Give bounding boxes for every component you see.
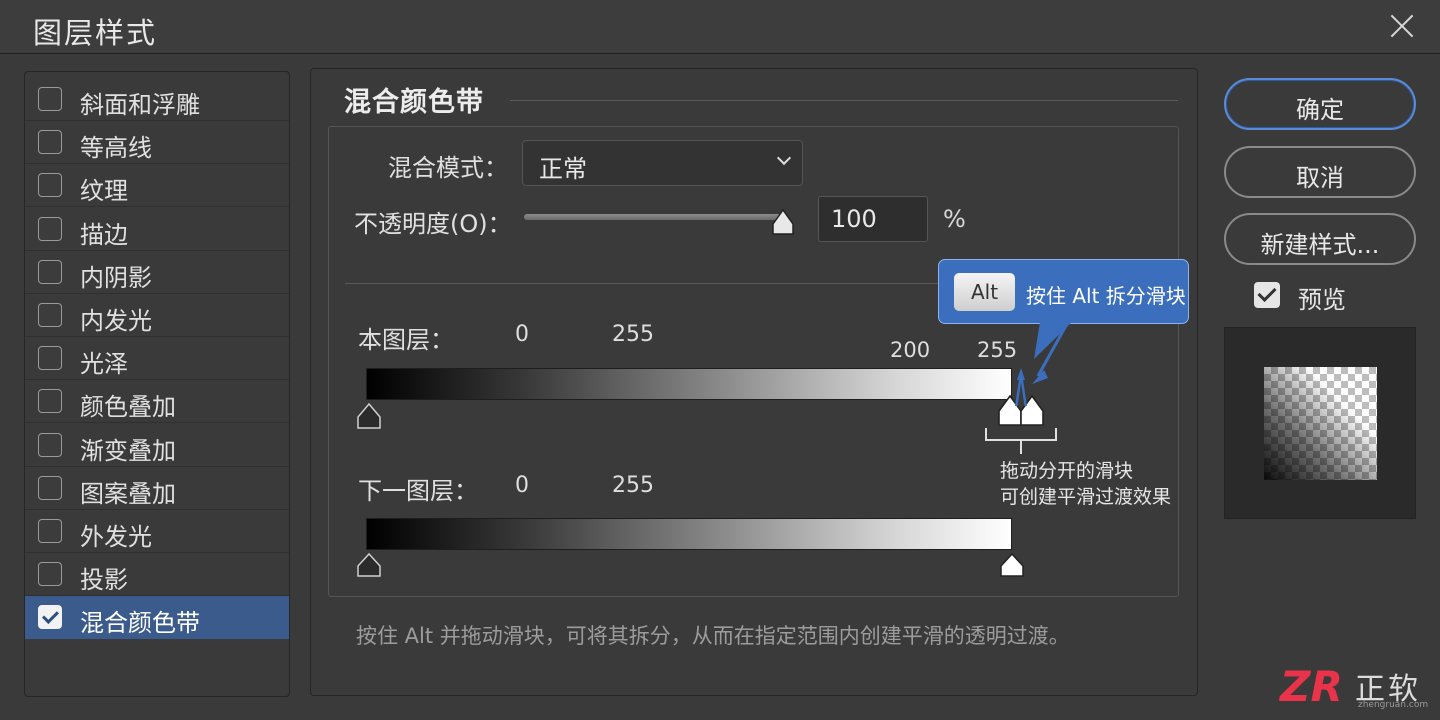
blend-mode-value: 正常 (539, 155, 587, 183)
sidebar-item-checkbox[interactable] (38, 130, 62, 155)
sidebar-item-label: 内阴影 (80, 263, 152, 292)
sidebar-item-checkbox[interactable] (38, 432, 62, 457)
dialog-title: 图层样式 (33, 16, 158, 50)
sidebar-item[interactable]: 渐变叠加 (25, 424, 289, 467)
sidebar-item-checkbox[interactable] (38, 173, 62, 198)
sidebar-item-label: 图案叠加 (80, 479, 176, 508)
sidebar-item-checkbox[interactable] (38, 475, 62, 500)
sidebar-item-checkbox[interactable] (38, 519, 62, 543)
sidebar-item[interactable]: 内阴影 (25, 251, 289, 294)
sidebar-item-label: 投影 (80, 566, 128, 595)
sidebar-item[interactable]: 图案叠加 (25, 467, 289, 510)
new-style-button-label: 新建样式... (1260, 231, 1380, 259)
sidebar-item[interactable]: 外发光 (25, 510, 289, 553)
underlying-layer-min-value: 0 (515, 473, 529, 498)
ok-button-label: 确定 (1296, 96, 1344, 124)
section-title: 混合颜色带 (344, 87, 484, 118)
sidebar-item[interactable]: 描边 (25, 208, 289, 251)
preview-swatch (1264, 367, 1377, 480)
sidebar-item[interactable]: 纹理 (25, 164, 289, 208)
opacity-label: 不透明度(O)： (354, 210, 512, 238)
sidebar-item-label: 光泽 (80, 350, 128, 379)
watermark-url: zhengruan.com (1358, 700, 1429, 710)
cancel-button[interactable]: 取消 (1224, 146, 1416, 198)
sidebar-item-checkbox[interactable] (38, 87, 62, 111)
opacity-unit: % (943, 205, 966, 233)
this-layer-black-slider[interactable] (356, 402, 382, 430)
tooltip-pointer (1034, 322, 1072, 359)
alt-key-icon: Alt (954, 273, 1015, 311)
alt-key-label: Alt (971, 280, 999, 304)
blend-mode-select[interactable]: 正常 (522, 140, 803, 186)
split-bracket (985, 428, 1057, 454)
sidebar-item-label: 渐变叠加 (80, 436, 176, 465)
preview-checkbox[interactable] (1254, 282, 1280, 308)
cancel-button-label: 取消 (1296, 164, 1344, 192)
opacity-input[interactable]: 100 (818, 196, 928, 242)
sidebar-item-checkbox[interactable] (38, 389, 62, 414)
this-layer-min-value: 0 (515, 322, 529, 347)
sidebar-item-label: 纹理 (80, 177, 128, 206)
this-layer-max-value: 255 (612, 322, 654, 347)
sidebar-item[interactable]: 光泽 (25, 337, 289, 381)
sidebar-item-checkbox[interactable] (38, 303, 62, 327)
sidebar-item-label: 斜面和浮雕 (80, 91, 200, 119)
sidebar-item-label: 内发光 (80, 307, 152, 335)
split-low-value: 200 (890, 338, 931, 362)
chevron-down-icon (776, 150, 792, 166)
sidebar-item[interactable]: 等高线 (25, 121, 289, 165)
opacity-slider-thumb[interactable] (771, 208, 795, 236)
sidebar-item-label: 混合颜色带 (80, 609, 200, 638)
underlying-layer-max-value: 255 (612, 473, 654, 498)
sidebar-item[interactable]: 颜色叠加 (25, 380, 289, 424)
alt-tooltip: Alt 按住 Alt 拆分滑块 (938, 259, 1189, 324)
sidebar-item-checkbox[interactable] (38, 346, 62, 371)
sidebar-item[interactable]: 投影 (25, 553, 289, 597)
tooltip-text: 按住 Alt 拆分滑块 (1026, 284, 1186, 308)
underlying-layer-white-slider[interactable] (999, 552, 1025, 578)
style-list: 斜面和浮雕等高线纹理描边内阴影内发光光泽颜色叠加渐变叠加图案叠加外发光投影混合颜… (24, 71, 290, 697)
watermark-logo: ZR 正软 zhengruan.com (1280, 662, 1430, 714)
this-layer-gradient-bar (366, 368, 1012, 400)
sidebar-item-checkbox[interactable] (38, 605, 62, 630)
help-text: 按住 Alt 并拖动滑块，可将其拆分，从而在指定范围内创建平滑的透明过渡。 (356, 624, 1070, 648)
ok-button[interactable]: 确定 (1224, 78, 1416, 130)
underlying-layer-black-slider[interactable] (356, 552, 382, 578)
underlying-layer-gradient-bar (366, 518, 1012, 550)
this-layer-label: 本图层： (358, 326, 454, 354)
sidebar-item[interactable]: 内发光 (25, 294, 289, 337)
section-divider (510, 100, 1178, 101)
sidebar-item-label: 等高线 (80, 134, 152, 163)
opacity-value: 100 (831, 205, 877, 233)
sidebar-item-label: 颜色叠加 (80, 393, 176, 422)
title-bar: 图层样式 (0, 0, 1440, 54)
sidebar-item-checkbox[interactable] (38, 562, 62, 587)
sidebar-item[interactable]: 混合颜色带 (25, 596, 289, 640)
sidebar-item[interactable]: 斜面和浮雕 (25, 78, 289, 121)
opacity-slider-track[interactable] (524, 214, 786, 220)
preview-label: 预览 (1298, 286, 1346, 314)
underlying-layer-label: 下一图层： (358, 477, 478, 505)
sidebar-item-label: 描边 (80, 220, 128, 249)
close-icon[interactable] (1388, 12, 1416, 40)
annotation-line-2: 可创建平滑过渡效果 (1000, 486, 1172, 508)
sidebar-item-label: 外发光 (80, 523, 152, 551)
sidebar-item-checkbox[interactable] (38, 216, 62, 241)
annotation-line-1: 拖动分开的滑块 (1000, 460, 1134, 482)
blend-mode-label: 混合模式： (388, 154, 508, 182)
new-style-button[interactable]: 新建样式... (1224, 213, 1416, 265)
sidebar-item-checkbox[interactable] (38, 259, 62, 284)
watermark-mark: ZR (1280, 662, 1343, 711)
